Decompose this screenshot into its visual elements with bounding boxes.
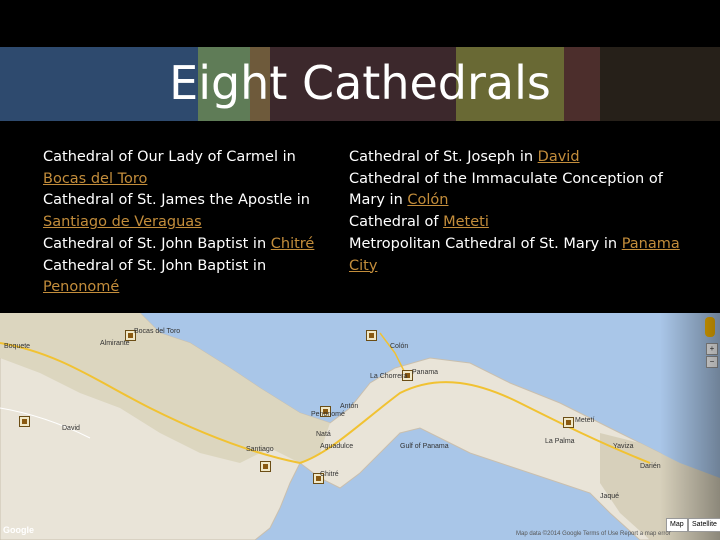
cathedral-text: Cathedral of the Immaculate Conception o… (349, 170, 663, 209)
cathedral-text: Cathedral of Our Lady of Carmel in (43, 149, 296, 165)
map-label: Bocas del Toro (134, 328, 181, 335)
link-colon[interactable]: Colón (407, 192, 448, 208)
cathedral-marker-david[interactable] (19, 416, 30, 427)
link-meteti[interactable]: Meteti (443, 214, 489, 230)
link-penonome[interactable]: Penonomé (43, 279, 119, 295)
map-label: Darién (640, 463, 661, 470)
map-label: La Palma (545, 438, 575, 445)
map-edge-shadow (660, 313, 720, 540)
map-label: Colón (390, 343, 409, 350)
cathedral-text: Cathedral of St. James the Apostle in (43, 192, 310, 209)
link-david[interactable]: David (538, 149, 580, 165)
map-label: Jaqué (600, 493, 620, 500)
cathedral-marker-santiago[interactable] (260, 461, 271, 472)
link-santiago-de-veraguas[interactable]: Santiago de Veraguas (43, 214, 202, 230)
satellite-view-button[interactable]: Satellite (688, 518, 720, 532)
map-label: Yaviza (613, 443, 634, 450)
map-label: Gulf of Panama (400, 443, 449, 450)
map-attribution: Map data ©2014 Google Terms of Use Repor… (516, 531, 671, 537)
cathedral-text: Cathedral of (349, 214, 444, 231)
map-label: David (62, 425, 80, 432)
map-label: Natá (316, 431, 331, 438)
cathedral-text: Metropolitan Cathedral of St. Mary in (349, 235, 622, 252)
link-chitre[interactable]: Chitré (271, 236, 315, 252)
google-logo: Google (3, 525, 34, 535)
cathedral-text: Cathedral of St. Joseph in (349, 149, 538, 165)
map-label: Chitré (320, 471, 339, 478)
map-canvas (0, 313, 720, 540)
cathedral-text: Cathedral of St. John Baptist in (43, 257, 267, 274)
map-view-button[interactable]: Map (666, 518, 688, 532)
map-label: Boquete (4, 343, 31, 350)
right-cathedral-list: Cathedral of St. Joseph in David Cathedr… (349, 147, 699, 277)
panama-map[interactable]: Bocas del Toro Almirante David Boquete P… (0, 313, 720, 540)
map-label: Santiago (246, 446, 274, 453)
link-bocas-del-toro[interactable]: Bocas del Toro (43, 171, 147, 187)
map-label: La Chorrera (370, 373, 408, 380)
slide-title: Eight Cathedrals (169, 56, 551, 110)
map-label: Metetí (575, 417, 595, 424)
cathedral-text: Cathedral of St. John Baptist in (43, 235, 271, 252)
left-cathedral-list: Cathedral of Our Lady of Carmel in Bocas… (43, 147, 333, 299)
cathedral-marker-meteti[interactable] (563, 417, 574, 428)
map-label: Almirante (100, 340, 130, 347)
map-label: Aguadulce (320, 443, 354, 450)
map-label: Panama (412, 369, 439, 376)
map-label: Penonomé (311, 411, 345, 418)
cathedral-marker-colon[interactable] (366, 330, 377, 341)
map-label: Antón (340, 403, 359, 410)
